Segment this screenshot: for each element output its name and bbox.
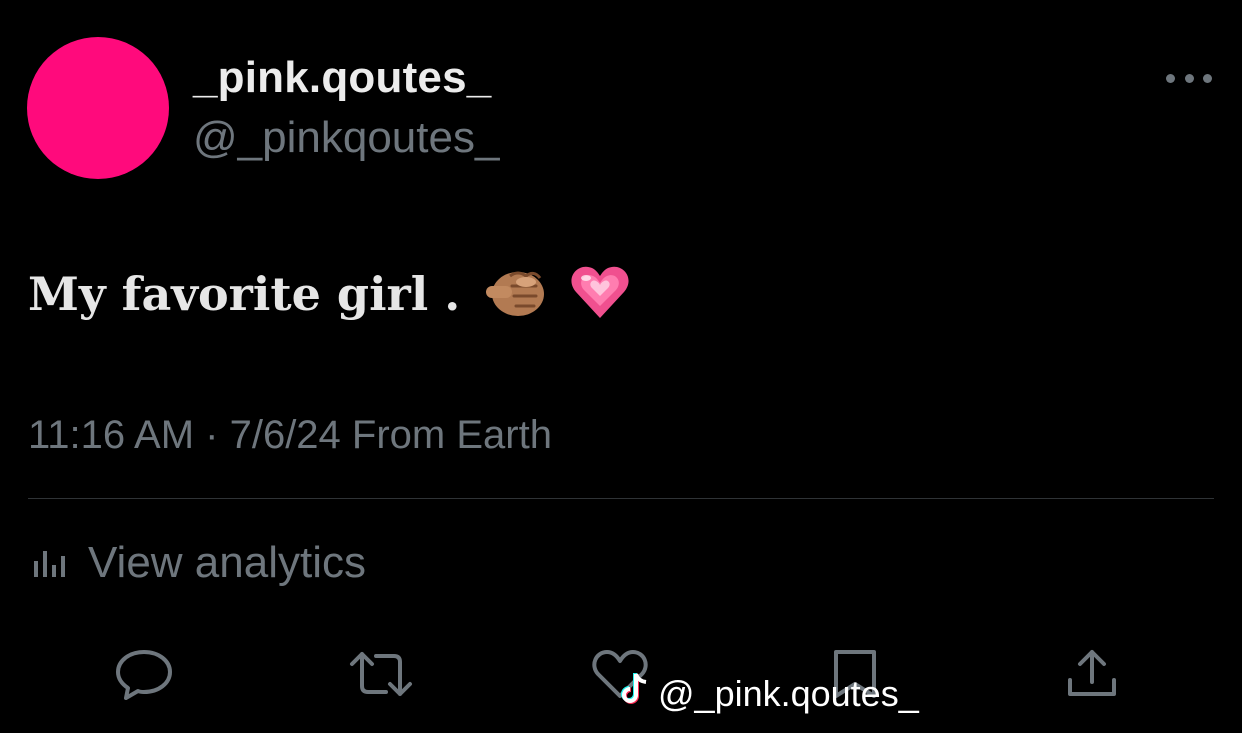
more-dot-icon	[1203, 73, 1212, 83]
tiktok-logo-icon	[620, 671, 650, 717]
watermark-handle: @_pink.qoutes_	[658, 673, 919, 714]
view-analytics-button[interactable]: View analytics	[32, 535, 366, 591]
reply-button[interactable]	[114, 646, 174, 702]
share-button[interactable]	[1062, 646, 1122, 702]
display-name[interactable]: _pink.qoutes_	[193, 52, 491, 104]
tweet-text-row: My favorite girl .	[28, 262, 630, 334]
view-analytics-label: View analytics	[88, 538, 366, 587]
user-handle[interactable]: @_pinkqoutes_	[193, 112, 499, 164]
retweet-button[interactable]	[348, 646, 412, 702]
pointing-fist-emoji-icon	[484, 262, 546, 334]
growing-heart-emoji-icon	[570, 262, 630, 334]
more-options-button[interactable]	[1166, 66, 1212, 90]
retweet-icon	[350, 652, 412, 696]
analytics-icon	[32, 543, 68, 584]
tiktok-watermark: @_pink.qoutes_	[620, 672, 919, 716]
tweet-text: My favorite girl .	[28, 267, 461, 321]
tweet-timestamp[interactable]: 11:16 AM · 7/6/24 From Earth	[28, 410, 552, 460]
avatar[interactable]	[27, 37, 169, 179]
divider	[28, 498, 1214, 499]
share-icon	[1068, 650, 1116, 696]
more-dot-icon	[1184, 73, 1194, 83]
reply-icon	[116, 650, 172, 700]
more-dot-icon	[1166, 73, 1175, 83]
